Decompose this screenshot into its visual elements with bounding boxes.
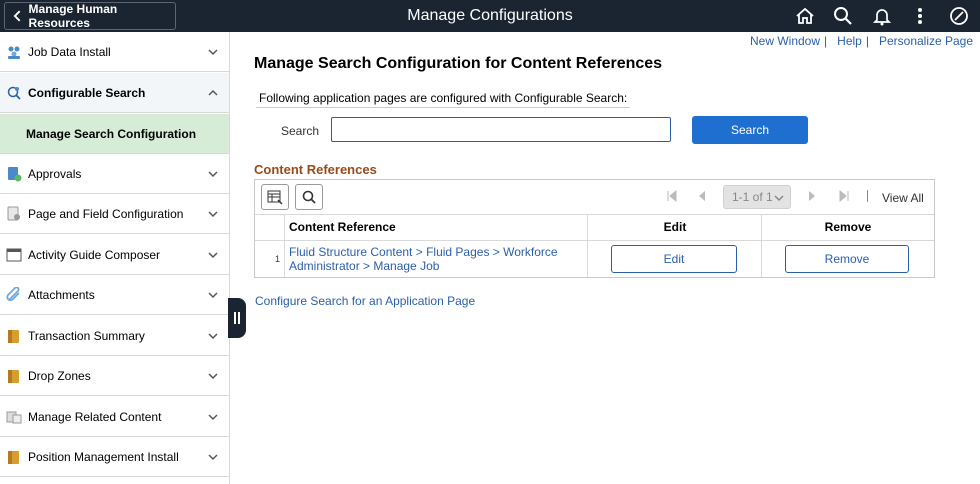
link-separator: | — [865, 34, 869, 48]
sidebar-item-drop-zones[interactable]: Drop Zones — [0, 356, 229, 396]
sidebar-item-label: Manage Related Content — [28, 409, 162, 424]
sidebar-item-label: Job Data Install — [28, 44, 111, 59]
page-config-icon — [6, 206, 22, 222]
content-references-title: Content References — [254, 162, 377, 177]
table-row: 1 Fluid Structure Content > Fluid Pages … — [255, 241, 934, 277]
link-separator: | — [824, 34, 828, 48]
activity-guide-icon — [6, 247, 22, 263]
sidebar-item-label: Page and Field Configuration — [28, 206, 184, 221]
people-icon — [6, 44, 22, 60]
search-input[interactable] — [331, 117, 671, 142]
page-links: New Window | Help | Personalize Page — [750, 34, 977, 48]
back-button-label: Manage Human Resources — [28, 2, 118, 30]
search-gear-icon — [6, 85, 22, 101]
top-banner: Manage Human Resources Manage Configurat… — [0, 0, 980, 32]
sidebar-item-configurable-search[interactable]: Configurable Search — [0, 73, 229, 113]
next-page-icon[interactable] — [805, 189, 819, 203]
sidebar: Job Data Install Configurable Search Man… — [0, 32, 230, 484]
folder-icon — [6, 368, 22, 384]
content-reference-link[interactable]: Fluid Structure Content > Fluid Pages > … — [289, 245, 579, 273]
chevron-down-icon — [774, 195, 784, 202]
grid-settings-icon — [267, 190, 283, 205]
sidebar-item-label: Attachments — [28, 287, 95, 302]
back-button[interactable]: Manage Human Resources — [4, 2, 176, 30]
chevron-down-icon — [208, 49, 218, 56]
bell-icon[interactable] — [871, 5, 893, 27]
new-window-link[interactable]: New Window — [750, 34, 820, 48]
chevron-down-icon — [208, 373, 218, 380]
divider — [867, 190, 868, 202]
search-button[interactable]: Search — [692, 116, 808, 144]
search-icon — [302, 190, 316, 204]
sidebar-collapse-handle[interactable] — [228, 298, 246, 338]
personalize-grid-button[interactable] — [261, 184, 289, 210]
approvals-icon — [6, 166, 22, 182]
row-number: 1 — [275, 254, 281, 264]
grid-header-row: Content Reference Edit Remove — [255, 215, 934, 241]
column-header-remove: Remove — [824, 220, 872, 234]
sidebar-item-page-and-field-configuration[interactable]: Page and Field Configuration — [0, 194, 229, 234]
sidebar-item-label: Activity Guide Composer — [28, 247, 161, 262]
chevron-down-icon — [208, 252, 218, 259]
paperclip-icon — [6, 286, 22, 303]
search-label: Search — [281, 124, 320, 138]
navbar-compass-icon[interactable] — [948, 5, 970, 27]
view-all-link[interactable]: View All — [882, 191, 924, 205]
last-page-icon[interactable] — [837, 189, 851, 203]
instructions-text: Following application pages are configur… — [256, 89, 631, 108]
grid-toolbar: 1-1 of 1 View All — [255, 180, 934, 215]
sidebar-item-position-management-install[interactable]: Position Management Install — [0, 437, 229, 477]
sidebar-item-label: Drop Zones — [28, 368, 91, 383]
page-range-select[interactable]: 1-1 of 1 — [723, 185, 791, 209]
find-in-grid-button[interactable] — [295, 184, 323, 210]
chevron-down-icon — [208, 414, 218, 421]
edit-button[interactable]: Edit — [611, 245, 737, 273]
search-icon[interactable] — [832, 5, 854, 27]
content-title: Manage Search Configuration for Content … — [254, 55, 663, 72]
configure-search-link[interactable]: Configure Search for an Application Page — [255, 294, 475, 308]
chevron-down-icon — [208, 211, 218, 218]
help-link[interactable]: Help — [837, 34, 862, 48]
sidebar-item-label: Approvals — [28, 166, 82, 181]
sidebar-item-attachments[interactable]: Attachments — [0, 275, 229, 315]
first-page-icon[interactable] — [665, 189, 679, 203]
content-references-grid: 1-1 of 1 View All Content Reference Edit… — [254, 179, 935, 278]
chevron-left-icon — [13, 10, 21, 22]
folder-icon — [6, 449, 22, 465]
chevron-down-icon — [208, 292, 218, 299]
sidebar-item-approvals[interactable]: Approvals — [0, 154, 229, 194]
related-content-icon — [6, 409, 22, 425]
chevron-down-icon — [208, 454, 218, 461]
previous-page-icon[interactable] — [695, 189, 709, 203]
sidebar-item-job-data-install[interactable]: Job Data Install — [0, 32, 229, 72]
chevron-down-icon — [208, 171, 218, 178]
column-header-content-reference: Content Reference — [289, 220, 396, 234]
remove-button[interactable]: Remove — [785, 245, 909, 273]
sidebar-sub-item-manage-search-configuration[interactable]: Manage Search Configuration — [0, 114, 229, 154]
personalize-page-link[interactable]: Personalize Page — [879, 34, 973, 48]
column-header-edit: Edit — [663, 220, 687, 234]
sidebar-item-label: Position Management Install — [28, 449, 179, 464]
sidebar-item-label: Transaction Summary — [28, 328, 145, 343]
folder-icon — [6, 328, 22, 344]
sidebar-item-activity-guide-composer[interactable]: Activity Guide Composer — [0, 235, 229, 275]
sidebar-item-label: Configurable Search — [28, 85, 146, 100]
sidebar-item-manage-related-content[interactable]: Manage Related Content — [0, 397, 229, 437]
page-range-value: 1-1 of 1 — [732, 190, 773, 204]
more-vertical-icon[interactable] — [909, 5, 931, 27]
sidebar-item-transaction-summary[interactable]: Transaction Summary — [0, 316, 229, 356]
chevron-up-icon — [208, 89, 218, 96]
chevron-down-icon — [208, 333, 218, 340]
home-icon[interactable] — [794, 5, 816, 27]
